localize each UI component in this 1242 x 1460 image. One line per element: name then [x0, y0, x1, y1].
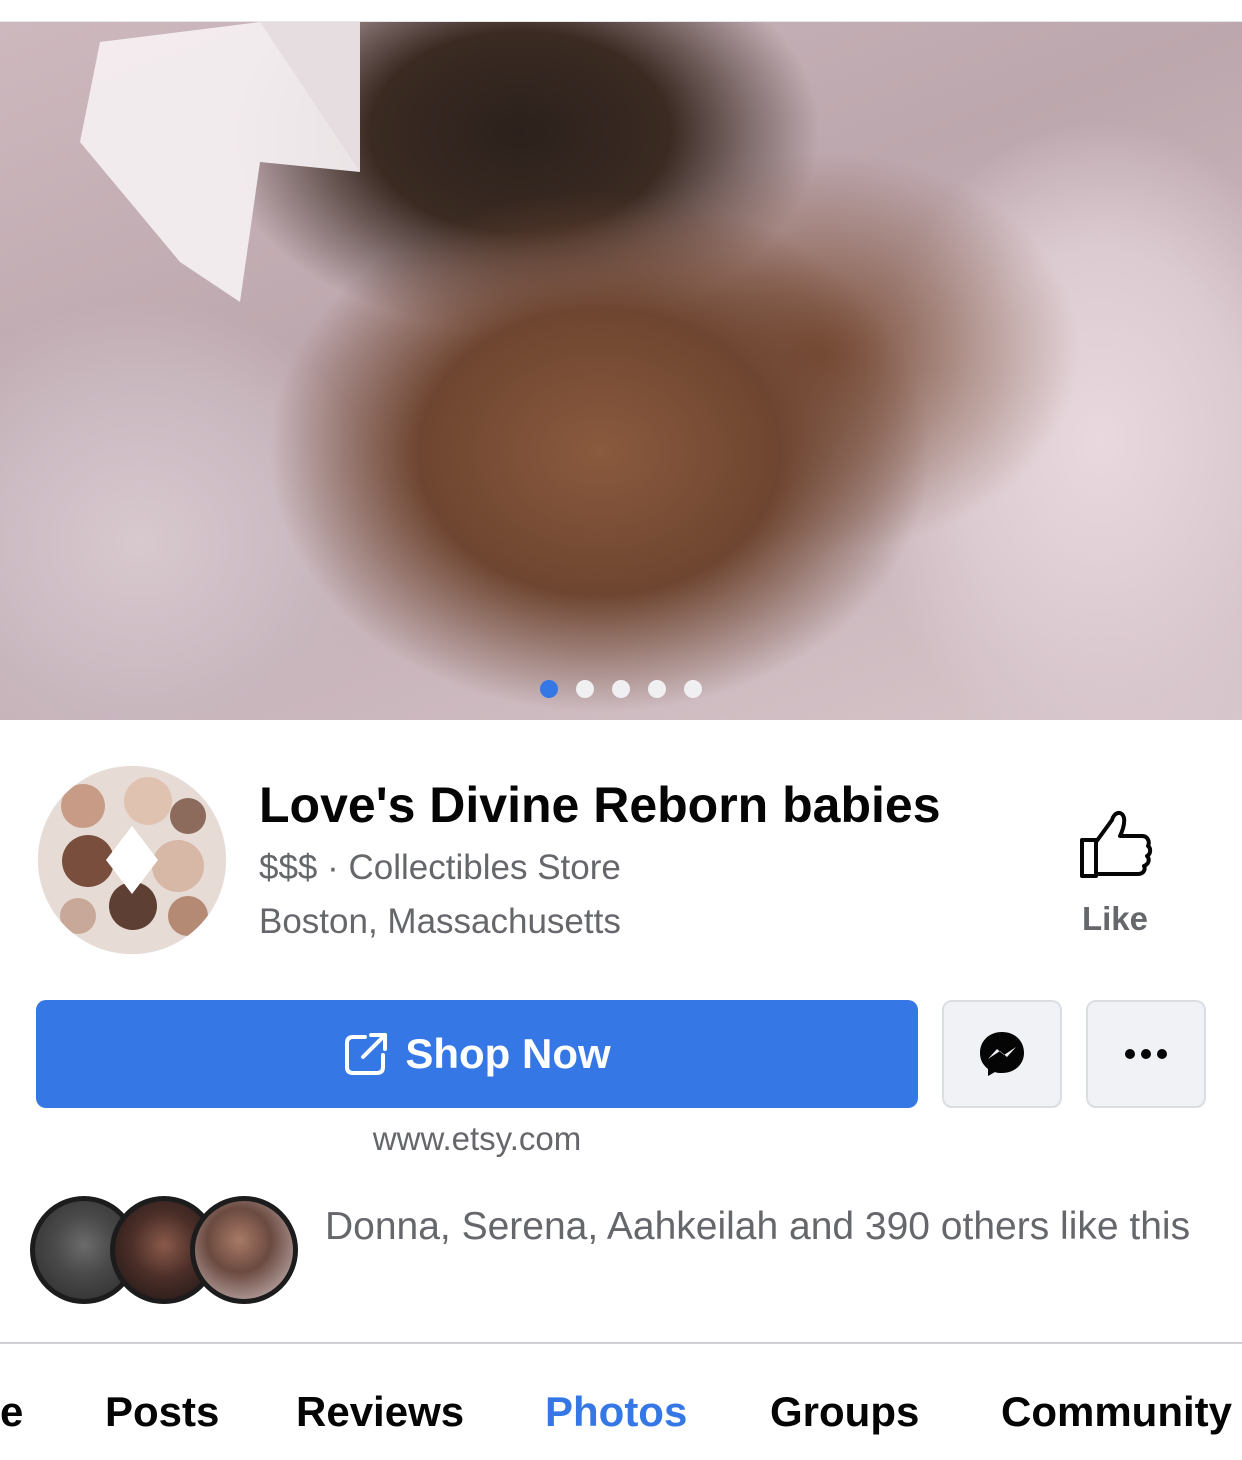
tab-posts[interactable]: Posts	[105, 1388, 219, 1436]
carousel-dot-3[interactable]	[612, 680, 630, 698]
more-dots-icon	[1125, 1049, 1167, 1059]
carousel-dot-2[interactable]	[576, 680, 594, 698]
thumbs-up-icon	[1080, 811, 1153, 878]
friends-avatars	[30, 1196, 300, 1306]
cover-photo-carousel[interactable]	[0, 22, 1242, 720]
tab-reviews[interactable]: Reviews	[296, 1388, 464, 1436]
shop-now-label: Shop Now	[405, 1030, 611, 1077]
page-location: Boston, Massachusetts	[259, 902, 621, 941]
bow-shape	[80, 22, 360, 302]
messenger-button[interactable]	[942, 1000, 1062, 1108]
tab-home[interactable]: e	[0, 1388, 23, 1436]
carousel-dot-1[interactable]	[540, 680, 558, 698]
page-header: Love's Divine Reborn babies $$$ · Collec…	[0, 760, 1242, 960]
more-options-button[interactable]	[1086, 1000, 1206, 1108]
carousel-dot-5[interactable]	[684, 680, 702, 698]
friend-avatar-3[interactable]	[190, 1196, 298, 1304]
carousel-dot-4[interactable]	[648, 680, 666, 698]
page-tabs: e Posts Reviews Photos Groups Community	[0, 1344, 1242, 1460]
status-strip	[0, 0, 1242, 22]
messenger-icon	[980, 1032, 1024, 1076]
carousel-indicator	[540, 680, 702, 698]
like-label: Like	[1081, 900, 1149, 937]
tab-photos[interactable]: Photos	[545, 1388, 687, 1436]
page-category: $$$ · Collectibles Store	[259, 848, 621, 887]
friends-like-text[interactable]: Donna, Serena, Aahkeilah and 390 others …	[325, 1204, 1225, 1250]
tab-groups[interactable]: Groups	[770, 1388, 919, 1436]
external-link-icon	[345, 1033, 388, 1075]
page-avatar[interactable]	[38, 766, 226, 954]
shop-now-button[interactable]: Shop Now	[36, 1000, 918, 1108]
like-button[interactable]: Like	[1060, 806, 1170, 946]
page-title: Love's Divine Reborn babies	[259, 777, 941, 833]
tab-community[interactable]: Community	[1001, 1388, 1232, 1436]
avatar-collage-icon	[38, 766, 226, 954]
website-link[interactable]: www.etsy.com	[0, 1120, 954, 1158]
